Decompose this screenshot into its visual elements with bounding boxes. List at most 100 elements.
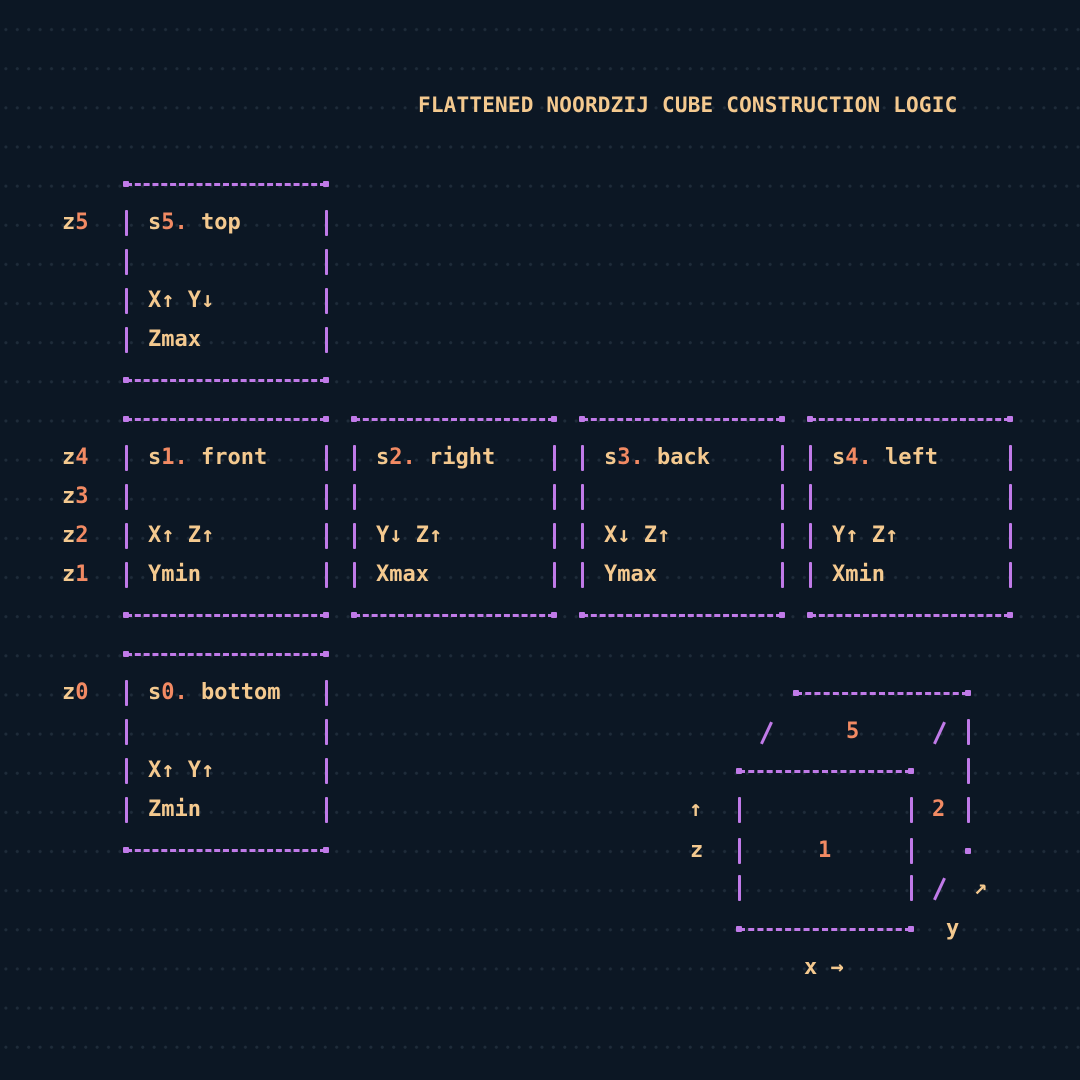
- face-back-bottom-border: [582, 614, 782, 617]
- face-right-bottom-border-end-a: [351, 612, 357, 618]
- face-bottom-top-border-end-b: [323, 651, 329, 657]
- face-right-right-border-2: [552, 523, 556, 549]
- face-top-bottom-border-end-b: [323, 377, 329, 383]
- diagram-canvas: FLATTENED NOORDZIJ CUBE CONSTRUCTION LOG…: [0, 0, 1080, 1080]
- cube-bottom-right-diagonal: [933, 877, 946, 901]
- cube-front-bottom-edge-end-a: [736, 926, 742, 932]
- face-bottom-left-border-2: [124, 758, 128, 784]
- face-right-plane: Xmax: [376, 562, 429, 587]
- face-top-right-border-2: [324, 288, 328, 314]
- face-back-top-border: [582, 418, 782, 421]
- face-right-axes: Y↓ Z↑: [376, 523, 443, 548]
- face-right-right-border-3: [552, 562, 556, 588]
- face-right-left-border-2: [352, 523, 356, 549]
- face-left-left-border-1: [808, 484, 812, 510]
- face-front-top-border: [126, 418, 326, 421]
- face-back-bottom-border-end-b: [779, 612, 785, 618]
- face-left-left-border-3: [808, 562, 812, 588]
- face-back-axes: X↓ Z↑: [604, 523, 671, 548]
- face-left-left-border-2: [808, 523, 812, 549]
- cube-back-top-edge: [796, 692, 968, 695]
- face-left-bottom-border-end-a: [807, 612, 813, 618]
- face-right-bottom-border: [354, 614, 554, 617]
- face-right-left-border-1: [352, 484, 356, 510]
- face-front-right-border-2: [324, 523, 328, 549]
- face-back-bottom-border-end-a: [579, 612, 585, 618]
- face-left-label: s4. left: [832, 445, 938, 470]
- face-front-axes: X↑ Z↑: [148, 523, 215, 548]
- face-right-top-border: [354, 418, 554, 421]
- face-front-top-border-end-a: [123, 416, 129, 422]
- face-front-plane: Ymin: [148, 562, 201, 587]
- face-left-bottom-border: [810, 614, 1010, 617]
- face-front-label: s1. front: [148, 445, 268, 470]
- face-right-left-border-3: [352, 562, 356, 588]
- face-top-left-border-1: [124, 249, 128, 275]
- cube-front-top-edge-end-b: [908, 768, 914, 774]
- face-bottom-top-border: [126, 653, 326, 656]
- cube-back-bottom-corner: [965, 848, 971, 854]
- face-back-top-border-end-b: [779, 416, 785, 422]
- x-axis-label: x →: [804, 955, 844, 980]
- face-bottom-left-border-0: [124, 680, 128, 706]
- face-left-right-border-2: [1008, 523, 1012, 549]
- cube-back-right-edge-1: [966, 758, 970, 784]
- face-top-right-border-1: [324, 249, 328, 275]
- z-axis-label: z: [690, 838, 704, 863]
- face-right-bottom-border-end-b: [551, 612, 557, 618]
- cube-top-left-diagonal: [760, 721, 773, 745]
- face-front-bottom-border-end-b: [323, 612, 329, 618]
- face-top-right-border-3: [324, 327, 328, 353]
- face-right-left-border-0: [352, 445, 356, 471]
- cube-back-top-edge-end-b: [965, 690, 971, 696]
- face-bottom-right-border-3: [324, 797, 328, 823]
- cube-face-top-number: 5: [846, 719, 860, 744]
- cube-back-right-edge-2: [966, 797, 970, 823]
- face-back-left-border-3: [580, 562, 584, 588]
- face-right-right-border-0: [552, 445, 556, 471]
- face-left-left-border-0: [808, 445, 812, 471]
- face-bottom-left-border-1: [124, 719, 128, 745]
- cube-face-front-number: 1: [818, 838, 832, 863]
- cube-front-right-edge-1: [909, 838, 913, 864]
- diagram-title: FLATTENED NOORDZIJ CUBE CONSTRUCTION LOG…: [418, 93, 958, 117]
- face-front-left-border-2: [124, 523, 128, 549]
- cube-back-right-edge-0: [966, 719, 970, 745]
- face-top-left-border-0: [124, 210, 128, 236]
- face-left-plane: Xmin: [832, 562, 885, 587]
- face-left-top-border-end-a: [807, 416, 813, 422]
- face-top-left-border-2: [124, 288, 128, 314]
- cube-front-left-edge-0: [737, 797, 741, 823]
- z-label-4: z4: [62, 445, 89, 470]
- z-label-0: z0: [62, 680, 89, 705]
- face-top-top-border: [126, 183, 326, 186]
- face-left-right-border-1: [1008, 484, 1012, 510]
- face-right-right-border-1: [552, 484, 556, 510]
- face-bottom-axes: X↑ Y↑: [148, 758, 215, 783]
- face-left-right-border-3: [1008, 562, 1012, 588]
- z-axis-arrow-icon: ↑: [689, 797, 703, 822]
- face-top-top-border-end-a: [123, 181, 129, 187]
- face-back-left-border-0: [580, 445, 584, 471]
- face-back-right-border-1: [780, 484, 784, 510]
- face-front-top-border-end-b: [323, 416, 329, 422]
- face-back-right-border-3: [780, 562, 784, 588]
- cube-front-top-edge: [739, 770, 911, 773]
- face-bottom-plane: Zmin: [148, 797, 201, 822]
- face-bottom-left-border-3: [124, 797, 128, 823]
- z-label-3: z3: [62, 484, 89, 509]
- z-label-1: z1: [62, 562, 89, 587]
- face-bottom-top-border-end-a: [123, 651, 129, 657]
- face-back-top-border-end-a: [579, 416, 585, 422]
- face-top-top-border-end-b: [323, 181, 329, 187]
- cube-front-left-edge-1: [737, 838, 741, 864]
- face-bottom-bottom-border-end-b: [323, 847, 329, 853]
- z-label-2: z2: [62, 523, 89, 548]
- face-back-plane: Ymax: [604, 562, 657, 587]
- face-back-left-border-2: [580, 523, 584, 549]
- cube-front-bottom-edge: [739, 928, 911, 931]
- face-left-axes: Y↑ Z↑: [832, 523, 899, 548]
- cube-front-right-edge-2: [909, 875, 913, 901]
- y-axis-arrow-icon: ↗: [974, 875, 988, 900]
- face-right-top-border-end-b: [551, 416, 557, 422]
